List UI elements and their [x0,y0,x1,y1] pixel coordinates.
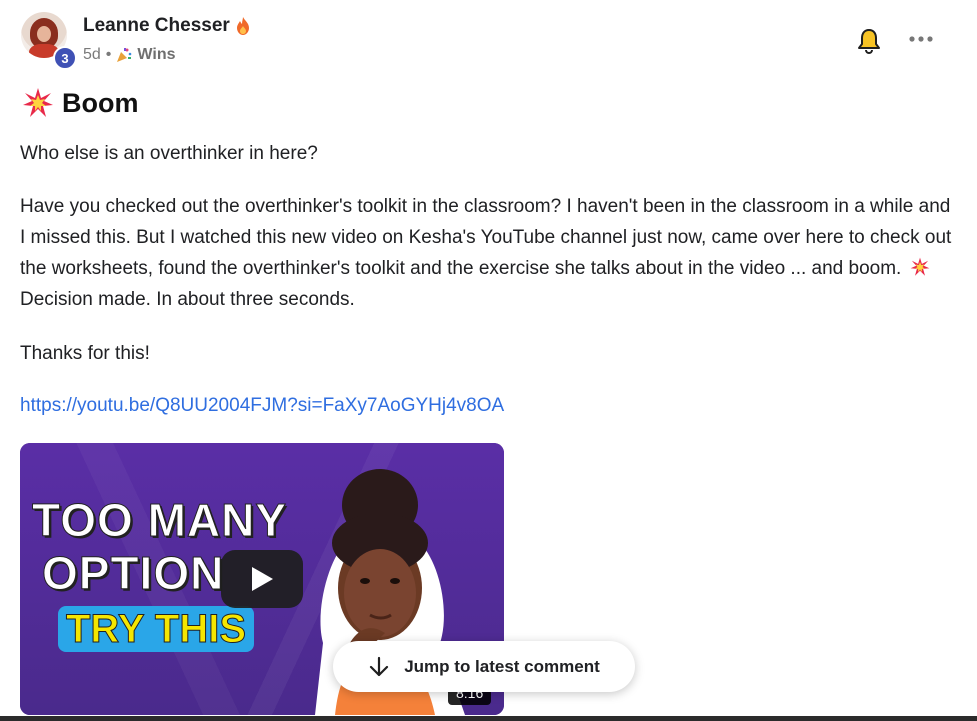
meta-separator: • [105,46,112,63]
youtube-link[interactable]: https://youtu.be/Q8UU2004FJM?si=FaXy7AoG… [20,395,504,416]
post-paragraph-2-end: Decision made. In about three seconds. [20,289,355,310]
post-title-row: Boom [22,87,139,119]
post-title: Boom [62,87,139,118]
play-button[interactable] [221,550,303,608]
post-meta: 5d • Wins [83,46,175,64]
party-popper-icon [117,48,132,62]
post-paragraph-2-text: Have you checked out the overthinker's t… [20,196,952,279]
avatar-face [37,26,51,42]
author-name[interactable]: Leanne Chesser [83,15,230,37]
arrow-down-icon [370,656,389,676]
collision-icon [910,257,929,276]
post-paragraph-2: Have you checked out the overthinker's t… [20,191,960,315]
more-horizontal-icon[interactable] [908,32,934,46]
post-age: 5d [83,46,101,63]
jump-button-label: Jump to latest comment [404,656,600,676]
collision-icon [23,88,53,117]
video-headline-1: TOO MANY [31,494,288,547]
bell-icon[interactable] [857,28,881,54]
play-icon [252,567,273,591]
post-paragraph-3: Thanks for this! [20,343,150,364]
author-name-row[interactable]: Leanne Chesser [83,15,250,37]
video-headline-2: OPTION [41,547,225,600]
post-paragraph-1: Who else is an overthinker in here? [20,143,318,164]
flame-icon [236,17,249,35]
level-badge: 3 [53,46,77,70]
bottom-divider [0,716,977,721]
video-headline-3: TRY THIS [58,606,255,652]
post-link-row: https://youtu.be/Q8UU2004FJM?si=FaXy7AoG… [20,390,960,421]
jump-to-latest-comment-button[interactable]: Jump to latest comment [333,641,635,692]
post-category[interactable]: Wins [137,46,175,64]
